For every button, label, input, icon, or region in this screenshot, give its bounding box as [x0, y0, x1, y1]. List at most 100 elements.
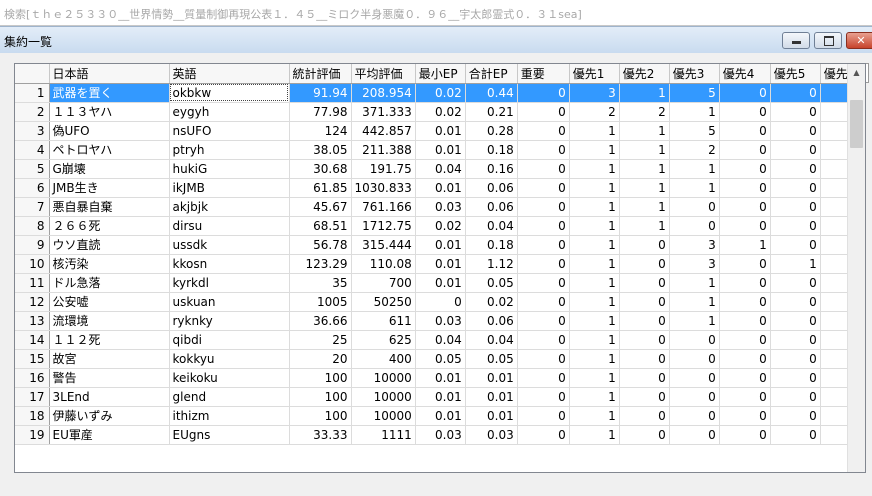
- table-cell[interactable]: JMB生き: [49, 178, 170, 198]
- table-cell[interactable]: 伊藤いずみ: [49, 406, 170, 426]
- table-cell[interactable]: 38.05: [289, 140, 352, 160]
- table-cell[interactable]: 0: [619, 254, 670, 274]
- table-cell[interactable]: 0: [619, 387, 670, 407]
- table-cell[interactable]: 0: [770, 235, 821, 255]
- table-cell[interactable]: kyrkdl: [169, 273, 290, 293]
- table-cell[interactable]: 0: [517, 292, 570, 312]
- table-cell[interactable]: EU軍産: [49, 425, 170, 445]
- table-cell[interactable]: 1: [719, 235, 771, 255]
- column-header[interactable]: 重要: [517, 64, 570, 84]
- table-cell[interactable]: 武器を置く: [49, 83, 170, 103]
- table-cell[interactable]: eygyh: [169, 102, 290, 122]
- table-cell[interactable]: 0: [669, 349, 720, 369]
- table-row[interactable]: 8 ２６６死 dirsu 68.51 1712.75 0.02 0.04 0 1 1 0 0 0: [15, 216, 861, 236]
- table-cell[interactable]: 0.01: [465, 406, 518, 426]
- column-header[interactable]: 優先4: [719, 64, 771, 84]
- table-cell[interactable]: nsUFO: [169, 121, 290, 141]
- table-cell[interactable]: 1: [569, 387, 620, 407]
- table-cell[interactable]: 1: [569, 368, 620, 388]
- title-bar[interactable]: 集約一覧 ✕: [0, 27, 872, 53]
- table-cell[interactable]: 0: [517, 387, 570, 407]
- table-cell[interactable]: 77.98: [289, 102, 352, 122]
- table-cell[interactable]: 0: [415, 292, 466, 312]
- table-cell[interactable]: okbkw: [169, 83, 290, 103]
- table-row[interactable]: 4 ペトロヤハ ptryh 38.05 211.388 0.01 0.18 0 1 1 2 0 0: [15, 140, 861, 160]
- table-cell[interactable]: 1: [569, 121, 620, 141]
- table-cell[interactable]: 0: [517, 197, 570, 217]
- table-cell[interactable]: 700: [351, 273, 416, 293]
- table-cell[interactable]: 25: [289, 330, 352, 350]
- table-cell[interactable]: 0: [517, 235, 570, 255]
- table-cell[interactable]: 0: [770, 178, 821, 198]
- table-row[interactable]: 3 偽UFO nsUFO 124 442.857 0.01 0.28 0 1 1 5 0 0: [15, 121, 861, 141]
- table-cell[interactable]: 0: [770, 102, 821, 122]
- column-header[interactable]: 優先3: [669, 64, 720, 84]
- table-cell[interactable]: 0: [719, 178, 771, 198]
- table-cell[interactable]: 1: [569, 254, 620, 274]
- table-cell[interactable]: 0.02: [465, 292, 518, 312]
- table-cell[interactable]: 123.29: [289, 254, 352, 274]
- table-cell[interactable]: 0.01: [415, 406, 466, 426]
- table-cell[interactable]: 0.03: [415, 425, 466, 445]
- table-cell[interactable]: 0: [719, 102, 771, 122]
- table-cell[interactable]: kkosn: [169, 254, 290, 274]
- table-cell[interactable]: 0: [517, 121, 570, 141]
- table-cell[interactable]: 0.06: [465, 197, 518, 217]
- table-row[interactable]: 9 ウソ直読 ussdk 56.78 315.444 0.01 0.18 0 1 0 3 1 0: [15, 235, 861, 255]
- table-cell[interactable]: 0: [719, 406, 771, 426]
- table-cell[interactable]: 208.954: [351, 83, 416, 103]
- table-cell[interactable]: ptryh: [169, 140, 290, 160]
- table-cell[interactable]: 0: [619, 406, 670, 426]
- table-cell[interactable]: 124: [289, 121, 352, 141]
- table-cell[interactable]: 故宮: [49, 349, 170, 369]
- table-cell[interactable]: 1005: [289, 292, 352, 312]
- table-row[interactable]: 19 EU軍産 EUgns 33.33 1111 0.03 0.03 0 1 0 0 0 0: [15, 425, 861, 445]
- table-cell[interactable]: 0: [770, 406, 821, 426]
- table-cell[interactable]: 0.04: [465, 330, 518, 350]
- table-row[interactable]: 1 武器を置く okbkw 91.94 208.954 0.02 0.44 0 3 1 5 0 0: [15, 83, 861, 103]
- table-cell[interactable]: 0: [719, 292, 771, 312]
- table-cell[interactable]: 0: [619, 235, 670, 255]
- table-cell[interactable]: 0.21: [465, 102, 518, 122]
- table-cell[interactable]: 0: [669, 368, 720, 388]
- table-cell[interactable]: 0: [770, 216, 821, 236]
- table-row[interactable]: 7 悪自暴自棄 akjbjk 45.67 761.166 0.03 0.06 0 1 1 0 0 0: [15, 197, 861, 217]
- table-cell[interactable]: 0.02: [415, 83, 466, 103]
- table-cell[interactable]: 1: [770, 254, 821, 274]
- table-cell[interactable]: 400: [351, 349, 416, 369]
- table-cell[interactable]: 0: [770, 349, 821, 369]
- table-cell[interactable]: 0: [669, 197, 720, 217]
- scroll-up-arrow-icon[interactable]: ▲: [848, 64, 865, 81]
- table-cell[interactable]: 0.06: [465, 178, 518, 198]
- column-header[interactable]: 平均評価: [351, 64, 416, 84]
- scrollbar-thumb[interactable]: [850, 100, 863, 148]
- table-cell[interactable]: 警告: [49, 368, 170, 388]
- table-cell[interactable]: 191.75: [351, 159, 416, 179]
- table-cell[interactable]: 1: [669, 311, 720, 331]
- table-cell[interactable]: 0: [669, 216, 720, 236]
- table-cell[interactable]: 68.51: [289, 216, 352, 236]
- table-cell[interactable]: 0: [719, 159, 771, 179]
- column-header[interactable]: 日本語: [49, 64, 170, 84]
- table-cell[interactable]: 0: [669, 387, 720, 407]
- table-cell[interactable]: 1712.75: [351, 216, 416, 236]
- table-cell[interactable]: ペトロヤハ: [49, 140, 170, 160]
- table-cell[interactable]: 100: [289, 406, 352, 426]
- table-cell[interactable]: 偽UFO: [49, 121, 170, 141]
- table-cell[interactable]: 0: [770, 368, 821, 388]
- table-cell[interactable]: glend: [169, 387, 290, 407]
- table-cell[interactable]: 0: [770, 387, 821, 407]
- table-cell[interactable]: 0: [770, 425, 821, 445]
- table-cell[interactable]: 100: [289, 368, 352, 388]
- table-row[interactable]: 2 １１３ヤハ eygyh 77.98 371.333 0.02 0.21 0 2 2 1 0 0: [15, 102, 861, 122]
- table-cell[interactable]: ドル急落: [49, 273, 170, 293]
- table-cell[interactable]: 0: [517, 83, 570, 103]
- table-cell[interactable]: 1: [619, 140, 670, 160]
- table-cell[interactable]: 1: [619, 178, 670, 198]
- table-cell[interactable]: 0: [619, 349, 670, 369]
- table-cell[interactable]: 0.01: [415, 140, 466, 160]
- table-cell[interactable]: 315.444: [351, 235, 416, 255]
- table-cell[interactable]: 公安嘘: [49, 292, 170, 312]
- table-cell[interactable]: 1: [569, 330, 620, 350]
- table-cell[interactable]: G崩壊: [49, 159, 170, 179]
